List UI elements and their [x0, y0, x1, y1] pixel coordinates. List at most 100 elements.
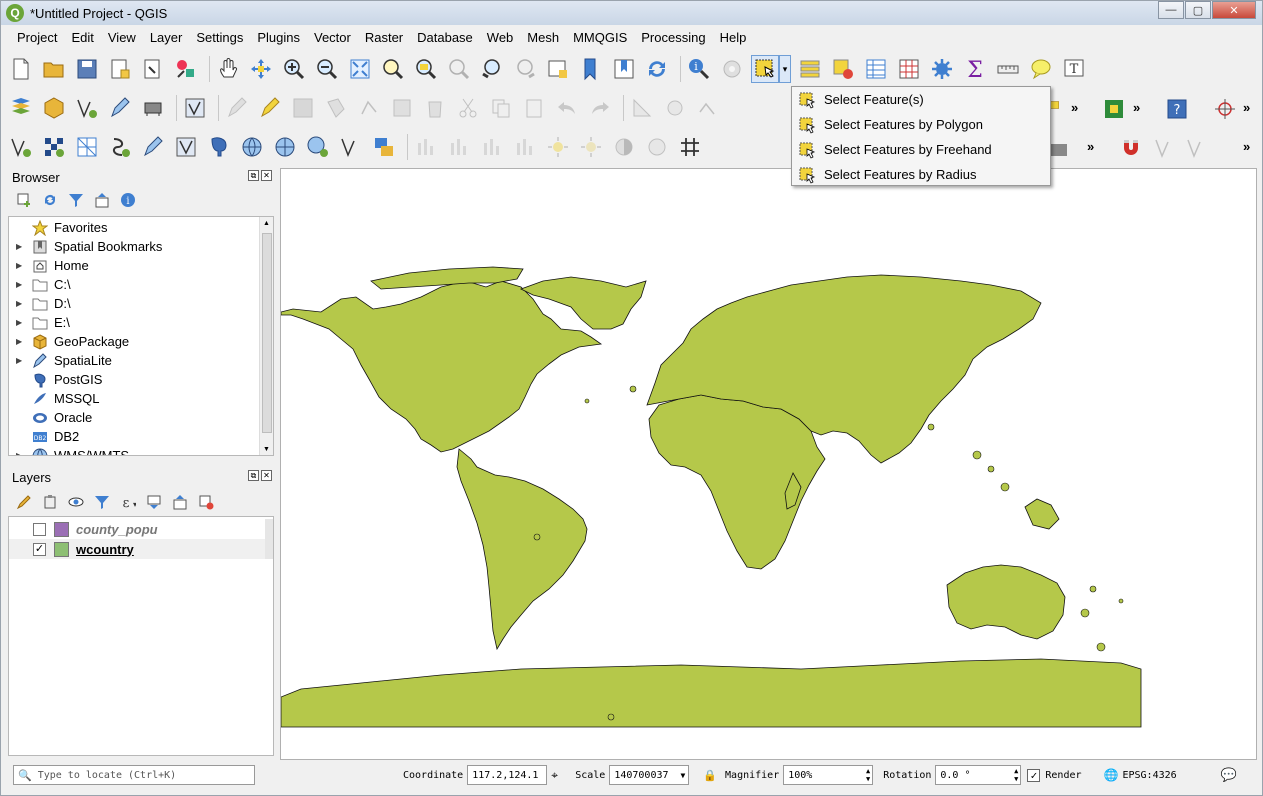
select-features-icon[interactable]: [751, 55, 779, 83]
field-calculator-icon[interactable]: [895, 55, 923, 83]
world-map[interactable]: [281, 169, 1257, 760]
filter-browser-icon[interactable]: [66, 190, 86, 210]
simplify-feature-icon[interactable]: [694, 94, 722, 122]
map-canvas[interactable]: [280, 168, 1257, 760]
actions-icon[interactable]: [718, 55, 746, 83]
browser-item-d[interactable]: ▶ D:\: [9, 294, 259, 313]
browser-item-home[interactable]: ▶ Home: [9, 256, 259, 275]
float-panel-button[interactable]: ⧉: [248, 170, 259, 181]
island-polygon[interactable]: [1096, 642, 1106, 652]
toggle-extents-icon[interactable]: ⌖: [551, 768, 573, 783]
island-polygon[interactable]: [533, 533, 541, 541]
tree-expand-arrow[interactable]: ▶: [16, 337, 26, 346]
add-postgis-icon[interactable]: [205, 133, 233, 161]
new-geopackage-layer-icon[interactable]: [40, 94, 68, 122]
open-layer-styling-icon[interactable]: [14, 492, 34, 512]
scale-combobox[interactable]: 140700037 ▼: [609, 765, 690, 785]
crs-globe-icon[interactable]: 🌐: [1104, 768, 1119, 782]
island-polygon[interactable]: [1118, 598, 1124, 604]
menu-plugins[interactable]: Plugins: [250, 27, 307, 49]
delete-selected-icon[interactable]: [421, 94, 449, 122]
layer-symbol-swatch[interactable]: [54, 521, 69, 537]
tree-expand-arrow[interactable]: ▶: [16, 242, 26, 251]
brightness-up-icon[interactable]: [544, 133, 572, 161]
menu-raster[interactable]: Raster: [358, 27, 410, 49]
snapping-magnet-icon[interactable]: [1117, 134, 1145, 162]
snap-vertex-icon[interactable]: [1183, 134, 1211, 162]
messages-icon[interactable]: 💬: [1221, 768, 1237, 783]
layer-row-county_popu[interactable]: county_popu: [9, 519, 273, 539]
zoom-to-selection-icon[interactable]: [379, 55, 407, 83]
maximize-button[interactable]: ▢: [1185, 1, 1211, 19]
new-bookmark-icon[interactable]: [577, 55, 605, 83]
scrollbar-thumb[interactable]: [262, 233, 272, 433]
new-vertex-layer-icon[interactable]: [337, 133, 365, 161]
show-bookmarks-icon[interactable]: [610, 55, 638, 83]
crosshair-icon[interactable]: [1211, 95, 1239, 123]
select-dropdown-arrow[interactable]: ▾: [779, 55, 791, 83]
browser-item-oracle[interactable]: Oracle: [9, 408, 259, 427]
zoom-to-layer-icon[interactable]: [412, 55, 440, 83]
browser-item-favorites[interactable]: Favorites: [9, 218, 259, 237]
processing-toolbox-icon[interactable]: [928, 55, 956, 83]
raster-local-icon[interactable]: [511, 133, 539, 161]
properties-info-icon[interactable]: i: [118, 190, 138, 210]
browser-scrollbar[interactable]: ▲ ▼: [259, 217, 273, 455]
layout-manager-icon[interactable]: [139, 55, 167, 83]
save-edits-icon[interactable]: [289, 94, 317, 122]
modify-attributes-icon[interactable]: [388, 94, 416, 122]
menu-database[interactable]: Database: [410, 27, 480, 49]
tree-expand-arrow[interactable]: ▶: [16, 299, 26, 308]
filter-legend-icon[interactable]: [92, 492, 112, 512]
menu-mesh[interactable]: Mesh: [520, 27, 566, 49]
browser-item-e[interactable]: ▶ E:\: [9, 313, 259, 332]
island-polygon[interactable]: [987, 465, 995, 473]
contrast-down-icon[interactable]: [643, 133, 671, 161]
dropdown-item-select-features-by-freehand[interactable]: Select Features by Freehand: [792, 137, 1050, 162]
tree-expand-arrow[interactable]: ▶: [16, 356, 26, 365]
browser-item-spatial-bookmarks[interactable]: ▶ Spatial Bookmarks: [9, 237, 259, 256]
menu-edit[interactable]: Edit: [64, 27, 100, 49]
rotate-feature-icon[interactable]: [661, 94, 689, 122]
browser-item-wms-wmts[interactable]: ▶ WMS/WMTS: [9, 446, 259, 455]
add-spatialite-icon[interactable]: [139, 133, 167, 161]
render-checkbox[interactable]: ✓: [1027, 768, 1041, 782]
digitize-vertex-icon[interactable]: [73, 94, 101, 122]
zoom-last-icon[interactable]: [478, 55, 506, 83]
menu-view[interactable]: View: [101, 27, 143, 49]
undo-icon[interactable]: [553, 94, 581, 122]
temporary-layer-icon[interactable]: [370, 133, 398, 161]
island-polygon[interactable]: [927, 423, 935, 431]
island-polygon[interactable]: [972, 450, 982, 460]
map-tips-icon[interactable]: [1027, 55, 1055, 83]
vertex-tool-icon[interactable]: [355, 94, 383, 122]
data-source-manager-icon[interactable]: [7, 94, 35, 122]
island-polygon[interactable]: [1080, 608, 1090, 618]
new-map-view-icon[interactable]: [544, 55, 572, 83]
toolbar-overflow-arrow[interactable]: »: [1133, 100, 1140, 115]
raster-stretch-icon[interactable]: [445, 133, 473, 161]
crs-label[interactable]: EPSG:4326: [1122, 770, 1176, 781]
tree-expand-arrow[interactable]: ▶: [16, 261, 26, 270]
menu-processing[interactable]: Processing: [634, 27, 712, 49]
pan-map-icon[interactable]: [214, 55, 242, 83]
browser-item-postgis[interactable]: PostGIS: [9, 370, 259, 389]
zoom-in-icon[interactable]: [280, 55, 308, 83]
add-wms-icon[interactable]: [238, 133, 266, 161]
brightness-down-icon[interactable]: [577, 133, 605, 161]
menu-settings[interactable]: Settings: [189, 27, 250, 49]
refresh-icon[interactable]: [643, 55, 671, 83]
add-delimited-text-icon[interactable]: [106, 133, 134, 161]
island-polygon[interactable]: [629, 385, 637, 393]
remove-layer-icon[interactable]: [196, 492, 216, 512]
layer-visibility-checkbox[interactable]: ✓: [33, 542, 46, 556]
toolbar-overflow-arrow[interactable]: »: [1243, 100, 1250, 115]
island-polygon[interactable]: [584, 398, 590, 404]
browser-item-geopackage[interactable]: ▶ GeoPackage: [9, 332, 259, 351]
menu-help[interactable]: Help: [713, 27, 754, 49]
menu-mmqgis[interactable]: MMQGIS: [566, 27, 634, 49]
gps-icon[interactable]: [139, 94, 167, 122]
help-icon[interactable]: ?: [1163, 95, 1191, 123]
scroll-down-arrow[interactable]: ▼: [260, 443, 273, 455]
raster-histogram-icon[interactable]: [412, 133, 440, 161]
